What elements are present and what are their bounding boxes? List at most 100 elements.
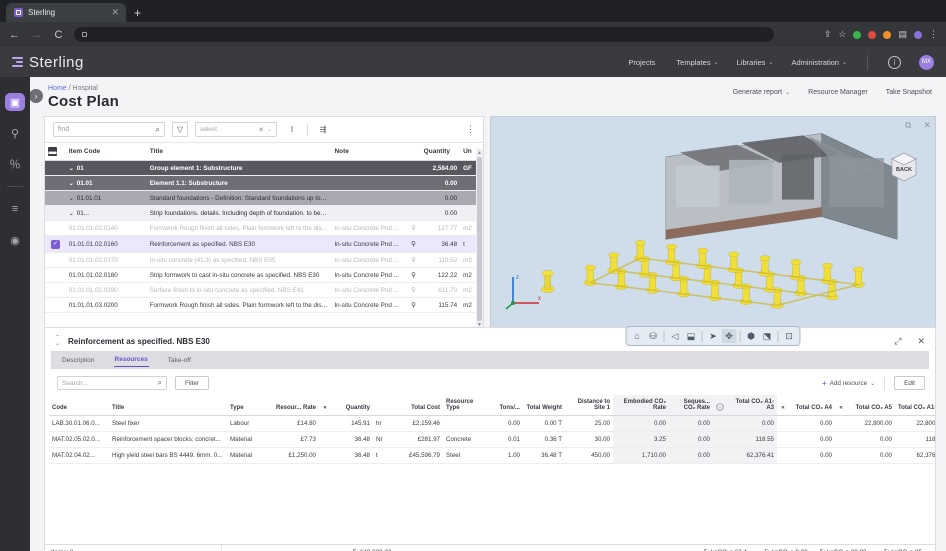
add-resource-button[interactable]: + Add resource ⌄: [822, 379, 875, 388]
col-total-weight[interactable]: Total Weight: [523, 395, 565, 416]
row-checkbox-cell[interactable]: ✓: [45, 235, 66, 253]
collapse-columns-icon[interactable]: «: [319, 395, 331, 416]
row-checkbox-cell[interactable]: [45, 205, 66, 221]
col-total-co2-a1a3[interactable]: Total CO₂ A1-A3: [727, 395, 777, 416]
camera-button[interactable]: ⊡: [782, 329, 797, 343]
col-resource-rate[interactable]: Resour... Rate: [271, 395, 319, 416]
rail-item-measure[interactable]: ⚲: [5, 124, 25, 142]
col-type[interactable]: Type: [227, 395, 271, 416]
close-icon[interactable]: ✕: [923, 120, 931, 131]
reload-icon[interactable]: C: [52, 29, 65, 41]
find-input[interactable]: find ⌕: [53, 122, 165, 137]
row-checkbox[interactable]: ✓: [50, 239, 60, 249]
home-view-button[interactable]: ⌂: [630, 329, 645, 343]
address-bar[interactable]: [74, 27, 774, 42]
expand-icon[interactable]: ⤢: [894, 336, 901, 347]
orbit-button[interactable]: ✥: [721, 329, 737, 343]
filter-button[interactable]: Filter: [175, 376, 209, 390]
table-row[interactable]: 01.01.01.02.0170 In-situ concrete (41.3)…: [45, 252, 483, 268]
col-embodied-co2-rate[interactable]: Embodied CO₂ Rate: [613, 395, 669, 416]
tab-description[interactable]: Description: [61, 354, 96, 367]
row-checkbox-cell[interactable]: [45, 190, 66, 206]
select-all-header[interactable]: ▬: [45, 143, 66, 161]
back-icon[interactable]: ←: [8, 29, 21, 41]
nav-item-templates[interactable]: Templates ⌄: [676, 58, 718, 67]
filter-button[interactable]: ▽: [172, 122, 188, 137]
rail-item-globe[interactable]: ◉: [5, 231, 25, 249]
col-note[interactable]: Note: [331, 143, 407, 161]
browser-tab[interactable]: Sterling ✕: [6, 3, 126, 22]
new-tab-button[interactable]: +: [134, 6, 141, 22]
app-logo[interactable]: Sterling: [12, 54, 84, 71]
col-code[interactable]: Code: [49, 395, 109, 416]
col-total-co2-a1a5[interactable]: Total CO₂ A1-A5: [895, 395, 935, 416]
edit-button[interactable]: Edit: [894, 376, 925, 390]
table-row[interactable]: ⌄ 01... Strip foundations. details. Inclu…: [45, 205, 483, 221]
view-cube[interactable]: BACK: [889, 149, 919, 183]
nav-item-projects[interactable]: Projects: [628, 58, 658, 67]
generate-report-button[interactable]: Generate report ⌄: [733, 89, 790, 96]
extensions-icon[interactable]: ▤: [898, 29, 907, 40]
resource-search-input[interactable]: Search... ⌕: [57, 376, 167, 390]
clip-plane-button[interactable]: ◁: [668, 329, 683, 343]
scrollbar-thumb[interactable]: [477, 157, 482, 321]
table-row[interactable]: ✓ 01.01.01.02.0160 Reinforcement as spec…: [45, 235, 483, 253]
box-view-button[interactable]: ⬓: [684, 329, 699, 343]
info-icon[interactable]: i: [888, 55, 901, 69]
profile-avatar[interactable]: [914, 30, 922, 39]
close-icon[interactable]: ✕: [111, 8, 119, 17]
col-total-cost[interactable]: Total Cost: [389, 395, 443, 416]
row-checkbox-cell[interactable]: [45, 297, 66, 313]
table-row[interactable]: 01.01.01.03.0200 Formwork Rough finish a…: [45, 297, 483, 313]
table-row[interactable]: 01.01.01.02.0140 Formwork Rough finish a…: [45, 220, 483, 236]
expander-icon[interactable]: ⌄: [69, 181, 74, 187]
section-button[interactable]: ⛁: [646, 329, 661, 343]
expander-icon[interactable]: ⌄: [69, 196, 74, 202]
col-total-co2-a4[interactable]: Total CO₂ A4: [789, 395, 835, 416]
row-checkbox-cell[interactable]: [45, 282, 66, 298]
table-row[interactable]: MAT.02.04.02... High yield steel bars BS…: [49, 447, 935, 464]
breadcrumb-home[interactable]: Home: [48, 85, 67, 92]
star-icon[interactable]: ☆: [838, 29, 846, 40]
col-title[interactable]: Title: [109, 395, 227, 416]
collapse-columns-icon[interactable]: «: [777, 395, 789, 416]
grid-kebab-menu[interactable]: ⋮: [466, 124, 475, 135]
table-row[interactable]: ⌄ 01.01 Element 1.1: Substructure 0.00: [45, 175, 483, 191]
col-quantity[interactable]: Quantity: [420, 143, 461, 161]
nav-item-administration[interactable]: Administration ⌄: [791, 58, 847, 67]
row-checkbox-cell[interactable]: [45, 220, 66, 236]
col-tons[interactable]: Tons/...: [491, 395, 523, 416]
select-dropdown[interactable]: select ✕ ⌄: [195, 122, 277, 137]
resource-manager-button[interactable]: Resource Manager: [808, 89, 868, 96]
col-sequestered-co2-rate[interactable]: Seques... CO₂ Rate: [669, 395, 713, 416]
tab-takeoff[interactable]: Take-off: [167, 354, 192, 367]
menu-kebab-icon[interactable]: ⋮: [929, 29, 938, 40]
col-item-code[interactable]: Item Code: [65, 143, 147, 161]
col-total-co2-a5[interactable]: Total CO₂ A5: [847, 395, 895, 416]
row-options-button[interactable]: ⇶: [315, 122, 331, 137]
extension-icon-orange[interactable]: [883, 30, 892, 39]
col-resource-type[interactable]: Resource Type: [443, 395, 491, 416]
select-cursor-button[interactable]: ➤: [706, 329, 721, 343]
scroll-up-icon[interactable]: ▲: [477, 150, 482, 156]
take-snapshot-button[interactable]: Take Snapshot: [886, 89, 932, 96]
rail-item-percent[interactable]: ％: [5, 155, 25, 173]
panel-stepper[interactable]: ⌃ ⌄: [55, 335, 60, 347]
row-checkbox-cell[interactable]: [45, 267, 66, 283]
table-row[interactable]: 01.01.01.02.0180 Strip formwork to cast …: [45, 267, 483, 283]
share-icon[interactable]: ⇪: [824, 29, 832, 40]
col-distance-to-site[interactable]: Distance to Site 1: [565, 395, 613, 416]
extension-icon-green[interactable]: [853, 30, 862, 39]
expander-icon[interactable]: ⌄: [69, 211, 74, 217]
row-checkbox-cell[interactable]: [45, 160, 66, 176]
nav-item-libraries[interactable]: Libraries ⌄: [737, 58, 774, 67]
grid-vertical-scrollbar[interactable]: ▲ ▼: [476, 149, 483, 329]
row-checkbox-cell[interactable]: [45, 175, 66, 191]
table-row[interactable]: 01.01.01.02.0190 Surface finish to in-si…: [45, 282, 483, 298]
table-row[interactable]: ⌄ 01.01.01 Standard foundations - Definit…: [45, 190, 483, 206]
rail-item-dashboard[interactable]: ▣: [5, 93, 25, 111]
avatar[interactable]: MX: [919, 54, 934, 70]
rail-item-settings[interactable]: ≡: [5, 200, 25, 218]
col-quantity[interactable]: Quantity: [331, 395, 373, 416]
close-icon[interactable]: ✕: [917, 336, 925, 347]
